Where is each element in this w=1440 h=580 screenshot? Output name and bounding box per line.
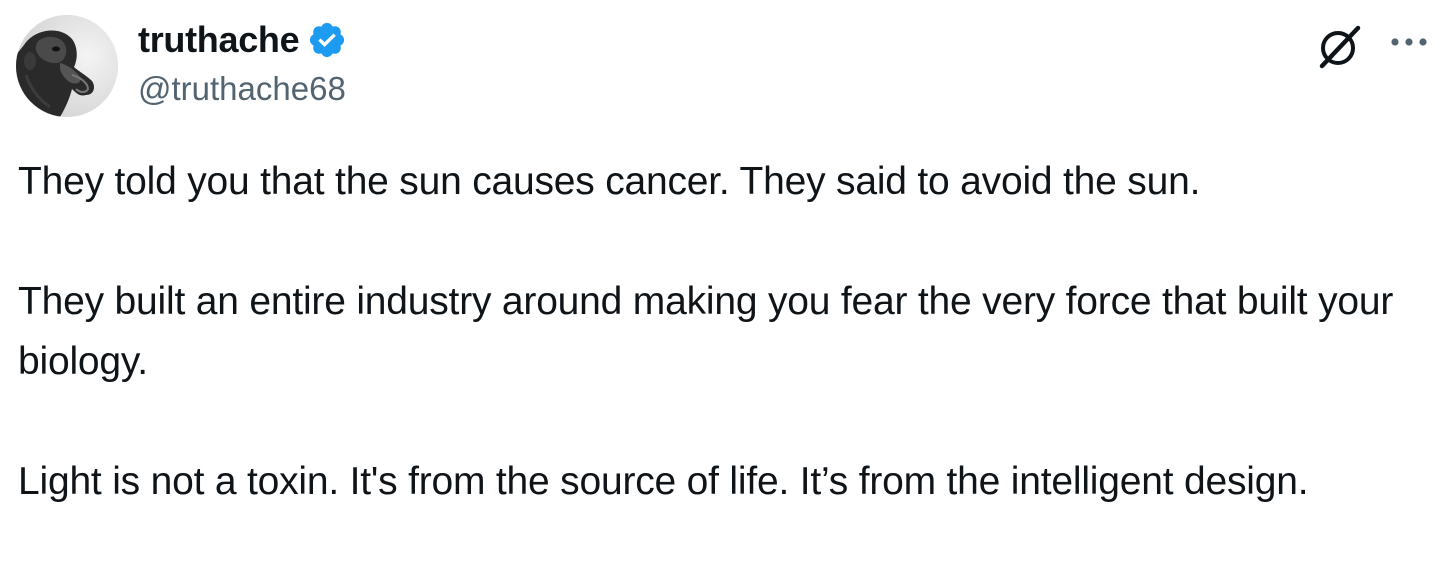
verified-badge-icon[interactable] [307,20,347,60]
tweet-paragraph-3: Light is not a toxin. It's from the sour… [18,460,1309,503]
tweet-text: They told you that the sun causes cancer… [18,152,1418,512]
grok-icon[interactable] [1314,22,1364,72]
tweet-paragraph-1: They told you that the sun causes cancer… [18,160,1201,203]
avatar-image [16,15,118,117]
author-block: truthache @truthache68 [138,16,347,114]
more-dots-icon[interactable] [1386,28,1432,56]
tweet-paragraph-2: They built an entire industry around mak… [18,280,1394,383]
avatar[interactable] [16,15,118,117]
name-row: truthache [138,16,347,64]
user-handle[interactable]: @truthache68 [138,64,347,114]
display-name[interactable]: truthache [138,16,300,64]
tweet-card: truthache @truthache68 They told you tha… [0,0,1440,580]
